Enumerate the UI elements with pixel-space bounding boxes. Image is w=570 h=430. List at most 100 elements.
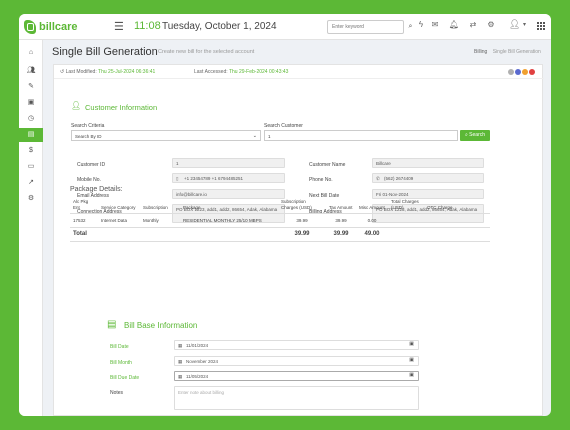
bolt-icon[interactable]: ϟ [415, 20, 427, 29]
col-header: Alc Pkg Ent [70, 197, 98, 214]
breadcrumb-item-current: Single Bill Generation [492, 49, 541, 55]
total-misc: 49.00 [356, 227, 388, 242]
sidebar-chart-icon[interactable]: ↗ [19, 176, 43, 190]
customer-name-label: Customer Name [309, 162, 346, 168]
refresh-icon[interactable]: ⇄ [467, 20, 479, 29]
search-customer-value: 1 [268, 134, 271, 139]
col-header: Misc Amount [356, 197, 388, 214]
sidebar-tools-icon[interactable]: ✎ [19, 80, 43, 94]
sidebar: ⌂ 👥︎ ✎ ▣ ◷ ▤ $ ▭ ↗ ⚙ [19, 40, 43, 416]
chevron-down-icon: ⌄ [252, 133, 257, 139]
search-button-label: Search [469, 132, 486, 138]
search-icon: ⌕ [464, 132, 468, 138]
search-criteria-value: Search By ID [75, 134, 102, 139]
gear-icon[interactable]: ⚙ [485, 20, 497, 29]
sidebar-monitor-icon[interactable]: ▭ [19, 160, 43, 174]
total-charges [388, 227, 424, 242]
close-dot-icon[interactable] [529, 69, 535, 75]
phone-icon: ✆ [376, 176, 380, 181]
table-cell: Monthly [143, 218, 159, 223]
minimize-dot-icon[interactable] [522, 69, 528, 75]
col-header: Subscription Charges (USD) [278, 197, 326, 214]
last-modified-label: Last Modified: [65, 69, 97, 75]
notes-label: Notes [110, 390, 124, 396]
last-modified-value: Thu 25-Jul-2024 06:36:41 [98, 69, 156, 75]
top-bar: billcare ☰ 11:08 Tuesday, October 1, 202… [19, 14, 551, 40]
col-header: Total Charges (USD) [388, 197, 424, 214]
search-customer-input[interactable]: 1 [264, 130, 458, 141]
bill-date-input[interactable]: ▦ 11/01/2024 ▣ [174, 340, 419, 350]
table-header-row: Alc Pkg Ent Service Category Subscriptio… [70, 197, 490, 214]
app-frame: billcare ☰ 11:08 Tuesday, October 1, 202… [19, 14, 551, 416]
mobile-icon: ▯ [176, 176, 179, 181]
customer-id-field: 1 [172, 158, 285, 168]
sidebar-bill-icon[interactable]: ▤ [19, 128, 43, 142]
user-icon: 👤︎ [71, 101, 82, 110]
total-tax: 39.99 [326, 227, 356, 242]
chevron-down-icon[interactable]: ▾ [523, 21, 526, 28]
last-accessed: Last Accessed: Thu 29-Feb-2024 00:43:43 [194, 69, 288, 75]
table-row[interactable]: 17532 Internet Data Monthly RESIDENTIAL … [70, 214, 490, 228]
mail-icon[interactable]: ✉ [429, 20, 441, 29]
table-cell: 39.99 [335, 218, 347, 223]
sidebar-home-icon[interactable]: ⌂ [19, 46, 43, 60]
package-table: Alc Pkg Ent Service Category Subscriptio… [70, 197, 490, 242]
calendar-picker-icon[interactable]: ▣ [409, 358, 414, 363]
customer-id-label: Customer ID [77, 162, 106, 168]
logo-text: billcare [39, 21, 78, 33]
apps-grid-icon[interactable] [536, 21, 545, 30]
search-button[interactable]: ⌕ Search [460, 130, 490, 141]
table-total-row: Total 39.99 39.99 49.00 [70, 227, 490, 242]
bill-due-date-input[interactable]: ▦ 11/05/2024 ▣ [174, 371, 419, 381]
table-cell: RESIDENTIAL MONTHLY 25/10 MBPS [183, 218, 262, 223]
sidebar-clock-icon[interactable]: ◷ [19, 112, 43, 126]
last-modified: ↺ Last Modified: Thu 25-Jul-2024 06:36:4… [60, 69, 155, 75]
calendar-icon: ▦ [178, 359, 183, 364]
mobile-label: Mobile No. [77, 177, 101, 183]
hamburger-icon[interactable]: ☰ [114, 20, 124, 33]
col-header: Tax Amount [326, 197, 356, 214]
table-cell: 39.99 [296, 218, 308, 223]
bill-month-label: Bill Month [110, 360, 132, 366]
table-cell: 0.00 [367, 218, 377, 223]
history-icon: ↺ [60, 69, 65, 75]
mobile-field: ▯ +1 23454789 +1 6794485251 [172, 173, 285, 183]
notes-textarea[interactable]: Enter note about billing [174, 386, 419, 410]
table-cell [424, 214, 490, 228]
total-label: Total [70, 227, 278, 242]
bell-icon[interactable]: 🔔︎ [448, 20, 460, 29]
total-otc [424, 227, 490, 242]
bill-month-value: November 2024 [186, 359, 219, 364]
help-dot-icon[interactable] [508, 69, 514, 75]
card-meta-bar: ↺ Last Modified: Thu 25-Jul-2024 06:36:4… [54, 65, 544, 79]
sidebar-settings-icon[interactable]: ⚙ [19, 192, 43, 206]
logo[interactable]: billcare [24, 19, 78, 35]
page-subtitle: Create new bill for the selected account [158, 49, 255, 55]
phone-field: ✆ (562) 2674409 [372, 173, 484, 183]
bill-base-section-title: Bill Base Information [124, 321, 198, 330]
user-avatar-icon[interactable]: 👤︎ [509, 19, 521, 33]
sidebar-people-icon[interactable]: 👥︎ [19, 64, 43, 78]
col-header: Service Category [98, 197, 140, 214]
col-header: Subscription [140, 197, 180, 214]
bill-date-value: 11/01/2024 [186, 343, 209, 348]
search-criteria-label: Search Criteria [71, 123, 105, 129]
table-cell: Internet Data [101, 218, 128, 223]
document-icon: ▤ [107, 319, 117, 330]
customer-section-title: Customer Information [85, 103, 158, 112]
bill-month-input[interactable]: ▦ November 2024 ▣ [174, 356, 419, 366]
table-cell: 17532 [73, 218, 86, 223]
breadcrumb: Billing Single Bill Generation [474, 49, 541, 55]
sidebar-box-icon[interactable]: ▣ [19, 96, 43, 110]
sidebar-money-icon[interactable]: $ [19, 144, 43, 158]
global-search-input[interactable] [327, 20, 404, 34]
info-dot-icon[interactable] [515, 69, 521, 75]
calendar-picker-icon[interactable]: ▣ [409, 342, 414, 347]
col-header: OTC Charge [424, 197, 490, 214]
phone-label: Phone No. [309, 177, 333, 183]
calendar-picker-icon[interactable]: ▣ [409, 373, 414, 378]
card-controls [508, 69, 535, 75]
table-cell [388, 214, 424, 228]
breadcrumb-item-billing[interactable]: Billing [474, 49, 487, 55]
search-criteria-select[interactable]: Search By ID ⌄ [71, 130, 261, 141]
